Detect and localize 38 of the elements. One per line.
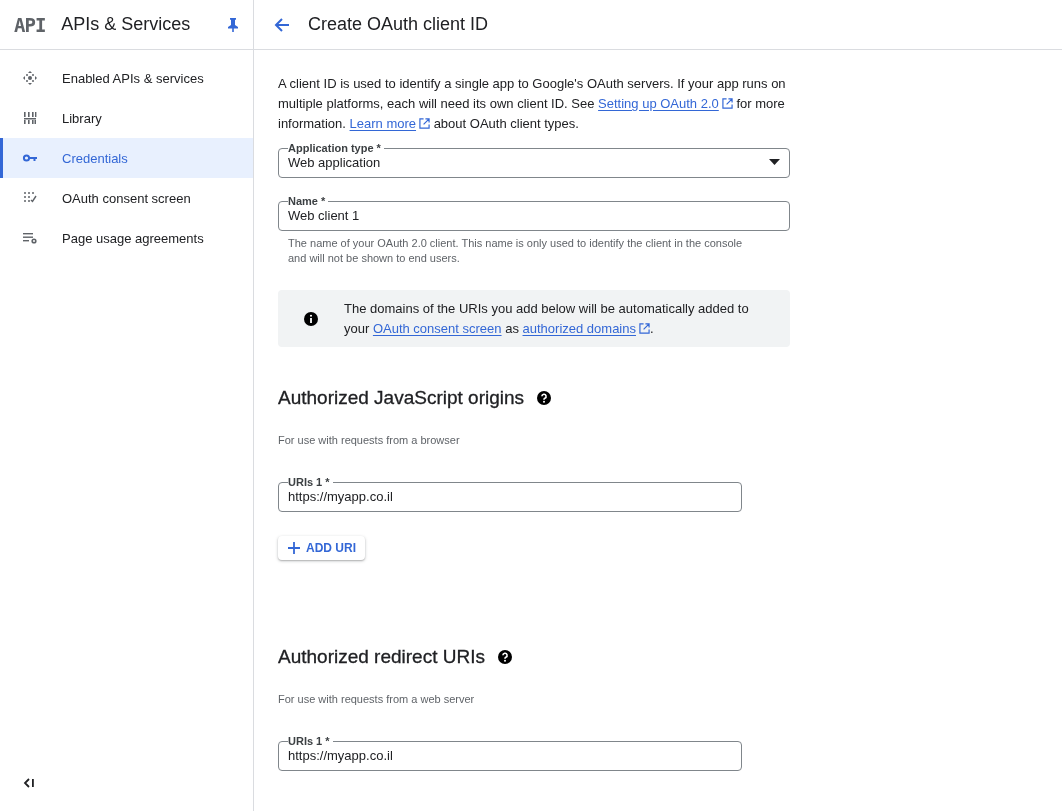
dropdown-caret-icon: [769, 159, 780, 165]
link[interactable]: OAuth consent screen: [372, 320, 502, 336]
sidebar-item[interactable]: Library: [0, 98, 253, 138]
text-field[interactable]: Name * Web client 1: [278, 195, 790, 231]
collapse-sidebar-icon[interactable]: [23, 778, 35, 788]
section-description: For use with requests from a web server: [278, 693, 476, 705]
external-link-icon: [639, 322, 650, 334]
grid-bars-icon: [22, 110, 38, 126]
text-field[interactable]: URIs 1 * https://myapp.co.il: [278, 735, 742, 771]
sidebar-item[interactable]: Enabled APIs & services: [0, 58, 253, 98]
product-logo: API: [14, 13, 46, 36]
plus-icon: [288, 542, 300, 554]
text-field[interactable]: URIs 1 * https://myapp.co.il: [278, 476, 742, 512]
link[interactable]: authorized domains: [522, 320, 650, 336]
dotted-check-icon: [22, 190, 38, 206]
info-icon: [304, 311, 318, 326]
sidebar-item[interactable]: Credentials: [0, 138, 253, 178]
link[interactable]: Setting up OAuth 2.0: [598, 96, 733, 111]
add-uri-button[interactable]: ADD URI: [278, 536, 365, 560]
intro-paragraph: A client ID is used to identify a single app to Google's OAuth servers. If your app runs on multiple platforms, each will need its own client ID. See Setting up OAuth 2.0 for more information. Learn more about OAuth client types.: [278, 75, 787, 133]
move-arrows-icon: [22, 70, 38, 86]
help-icon[interactable]: [537, 391, 552, 405]
page-title: Create OAuth client ID: [308, 14, 489, 35]
section-description: For use with requests from a browser: [278, 434, 461, 446]
help-icon[interactable]: [497, 650, 512, 664]
pin-icon[interactable]: [227, 16, 239, 33]
notice-text: The domains of the URIs you add below will be automatically added to your OAuth consent screen as authorized domains .: [344, 299, 750, 338]
section-heading: Authorized redirect URIs: [278, 646, 485, 668]
external-link-icon: [419, 118, 431, 129]
section-heading: Authorized JavaScript origins: [278, 387, 525, 409]
external-link-icon: [721, 98, 733, 109]
sidebar-item[interactable]: OAuth consent screen: [0, 178, 253, 218]
link[interactable]: Learn more: [349, 116, 431, 131]
sidebar-item[interactable]: Page usage agreements: [0, 218, 253, 258]
back-arrow-icon[interactable]: [274, 16, 290, 33]
field-hint: The name of your OAuth 2.0 client. This name is only used to identify the client in the console and will not be shown to end users.: [287, 236, 744, 266]
product-title: APIs & Services: [61, 14, 192, 35]
application-type-dropdown[interactable]: Application type * Web application: [278, 142, 790, 178]
